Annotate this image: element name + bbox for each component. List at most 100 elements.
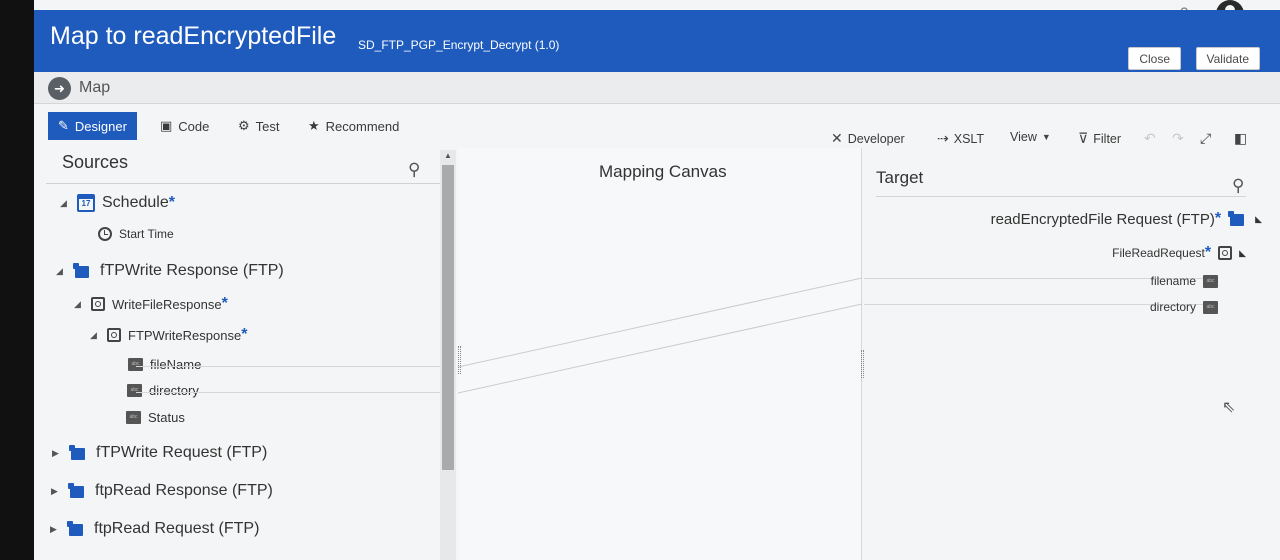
tree-node-ftpread-request[interactable]: ▶ ftpRead Request (FTP) — [50, 520, 259, 538]
ftp-adapter-icon — [67, 520, 87, 538]
mouse-cursor-icon: ⇖ — [1222, 399, 1236, 416]
string-type-icon: abc — [128, 358, 143, 371]
undo-button[interactable]: ↶ — [1144, 130, 1156, 147]
tab-test[interactable]: ⚙ Test — [228, 112, 290, 140]
collapse-icon[interactable]: ◢ — [56, 266, 66, 277]
required-marker: * — [241, 326, 248, 343]
redo-icon: ↷ — [1172, 130, 1184, 146]
ftp-adapter-icon — [1228, 210, 1248, 228]
tree-node-writefileresponse[interactable]: ◢ WriteFileResponse * — [74, 295, 228, 313]
expand-icon[interactable]: ▶ — [50, 524, 60, 535]
collapse-icon[interactable]: ◣ — [1239, 248, 1246, 259]
required-marker: * — [221, 295, 228, 312]
clock-icon — [98, 227, 112, 241]
filter-label: Filter — [1093, 131, 1122, 146]
expand-button[interactable]: ⤢ — [1200, 130, 1211, 147]
undo-icon: ↶ — [1144, 130, 1156, 146]
collapse-icon[interactable]: ◢ — [74, 299, 84, 310]
mapped-row-line — [136, 392, 441, 393]
tab-code[interactable]: ▣ Code — [150, 112, 219, 140]
page-title: Map to readEncryptedFile — [50, 22, 337, 50]
target-node-filename[interactable]: filename abc — [1151, 274, 1218, 288]
tab-test-label: Test — [255, 118, 280, 134]
tab-recommend[interactable]: ★ Recommend — [298, 112, 409, 140]
node-label: Status — [148, 410, 185, 425]
node-label: Start Time — [119, 227, 174, 241]
collapse-icon[interactable]: ◢ — [60, 198, 70, 209]
node-label: WriteFileResponse — [112, 296, 222, 312]
tab-recommend-label: Recommend — [325, 118, 400, 134]
target-node-filereadrequest[interactable]: FileReadRequest * ◣ — [1112, 244, 1246, 262]
view-menu[interactable]: View ▼ — [1010, 130, 1051, 144]
complex-element-icon — [1218, 246, 1233, 260]
tree-node-ftpwrite-response[interactable]: ◢ fTPWrite Response (FTP) — [56, 262, 284, 280]
node-label: ftpRead Request (FTP) — [94, 520, 260, 537]
tree-node-ftpwrite-request[interactable]: ▶ fTPWrite Request (FTP) — [52, 444, 267, 462]
search-icon[interactable]: ⚲ — [408, 160, 420, 180]
scroll-up-icon[interactable]: ▲ — [444, 151, 452, 160]
tree-node-status[interactable]: abc Status — [126, 410, 185, 425]
close-button[interactable]: Close — [1128, 47, 1181, 70]
target-node-readencryptedfile-request[interactable]: readEncryptedFile Request (FTP) * ◣ — [991, 210, 1262, 228]
developer-button[interactable]: ✕ Developer — [831, 130, 905, 147]
node-label: fTPWrite Response (FTP) — [100, 262, 284, 279]
required-marker: * — [1204, 244, 1212, 261]
sources-title: Sources — [62, 152, 129, 172]
tab-code-label: Code — [178, 118, 210, 134]
filter-button[interactable]: ⊽ Filter — [1078, 130, 1121, 147]
app-screen: ? Map to readEncryptedFile SD_FTP_PGP_En… — [34, 0, 1280, 560]
target-panel: Target ⚲ readEncryptedFile Request (FTP)… — [864, 148, 1280, 560]
ftp-adapter-icon — [73, 262, 93, 280]
tab-designer[interactable]: ✎ Designer — [48, 112, 137, 140]
node-label: filename — [1150, 274, 1196, 288]
mapped-row-line — [136, 366, 441, 367]
xslt-button[interactable]: ⇢ XSLT — [937, 130, 984, 147]
ftp-adapter-icon — [68, 482, 88, 500]
tree-node-ftpwriteresponse[interactable]: ◢ FTPWriteResponse * — [90, 326, 247, 344]
node-label: fTPWrite Request (FTP) — [96, 444, 268, 461]
node-label: FTPWriteResponse — [128, 327, 242, 343]
tab-designer-label: Designer — [74, 118, 127, 134]
required-marker: * — [168, 194, 175, 211]
tree-node-schedule[interactable]: ◢ 17 Schedule * — [60, 194, 175, 212]
collapse-icon[interactable]: ◢ — [90, 330, 100, 341]
panel-toggle-button[interactable]: ◧ — [1234, 130, 1247, 147]
left-splitter-handle[interactable] — [458, 346, 461, 374]
tree-node-directory[interactable]: abc directory — [127, 383, 199, 398]
redo-button[interactable]: ↷ — [1172, 130, 1184, 147]
gear-icon: ⚙ — [238, 118, 250, 133]
view-label: View — [1010, 130, 1037, 144]
mapping-line-directory[interactable] — [458, 303, 862, 394]
expand-icon: ⤢ — [1200, 130, 1212, 146]
string-type-icon: abc — [1203, 300, 1218, 314]
string-type-icon: abc — [1203, 274, 1218, 288]
mapping-canvas[interactable]: Mapping Canvas — [458, 148, 862, 560]
tree-node-filename[interactable]: abc fileName — [128, 357, 201, 372]
sources-scrollbar-thumb[interactable] — [442, 165, 454, 470]
header-banner: Map to readEncryptedFile SD_FTP_PGP_Encr… — [34, 10, 1280, 72]
validate-button[interactable]: Validate — [1195, 47, 1260, 70]
target-title: Target — [876, 168, 924, 187]
panel-toggle-icon: ◧ — [1234, 130, 1248, 146]
expand-icon[interactable]: ▶ — [52, 448, 62, 459]
node-label: ftpRead Response (FTP) — [95, 482, 273, 499]
mapping-line-filename[interactable] — [458, 277, 862, 368]
node-label: directory — [1149, 300, 1196, 314]
node-label: directory — [149, 383, 199, 398]
tree-node-start-time[interactable]: Start Time — [98, 227, 174, 241]
wrench-icon: ✕ — [831, 130, 843, 146]
expand-icon[interactable]: ▶ — [51, 486, 61, 497]
target-node-directory[interactable]: directory abc — [1150, 300, 1218, 314]
tree-node-ftpread-response[interactable]: ▶ ftpRead Response (FTP) — [51, 482, 273, 500]
complex-element-icon — [91, 297, 105, 311]
collapse-icon[interactable]: ◣ — [1255, 214, 1262, 225]
search-icon[interactable]: ⚲ — [1232, 176, 1244, 196]
designer-icon: ✎ — [58, 118, 69, 133]
complex-element-icon — [107, 328, 121, 342]
map-icon: ➜ — [48, 77, 71, 100]
xslt-label: XSLT — [953, 131, 985, 146]
sources-panel: Sources ⚲ ◢ 17 Schedule * Start Time ◢ fT… — [46, 148, 441, 560]
node-label: FileReadRequest — [1112, 246, 1205, 260]
string-type-icon: abc — [126, 411, 141, 424]
calendar-icon: 17 — [77, 194, 95, 212]
